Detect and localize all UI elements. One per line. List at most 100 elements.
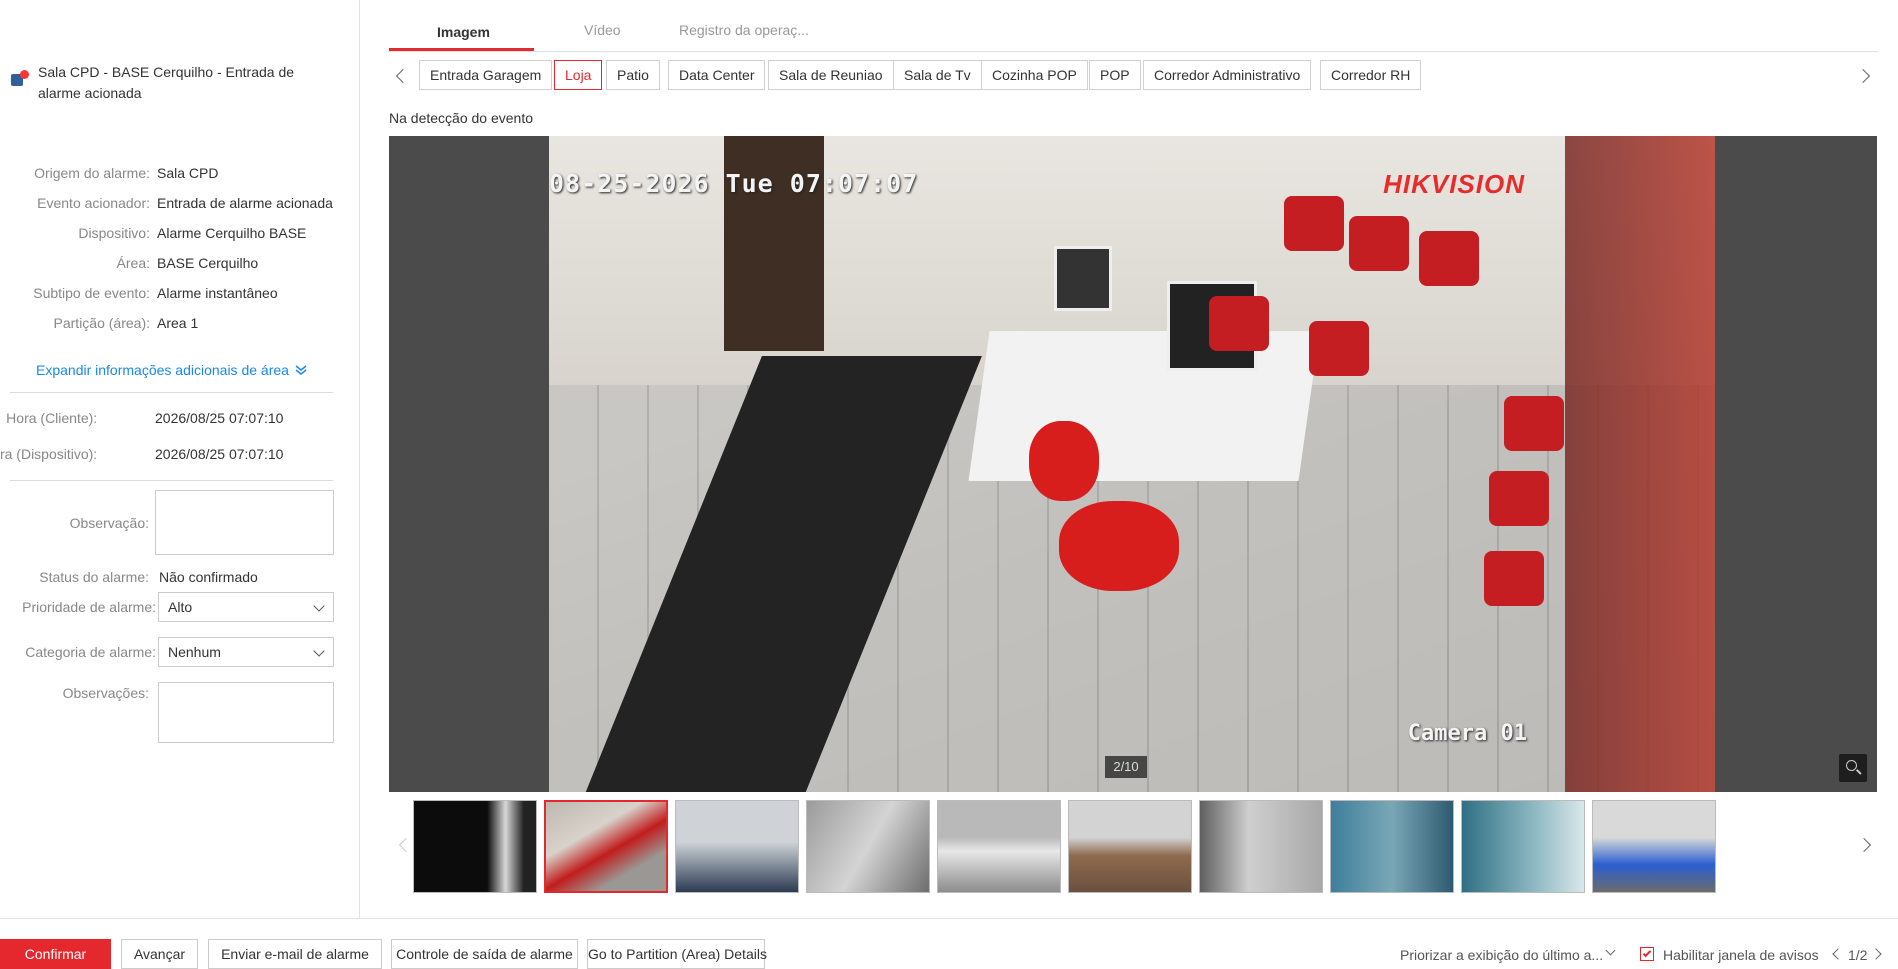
camera-button[interactable]: Corredor Administrativo <box>1143 60 1312 90</box>
priority-value: Alto <box>168 599 193 615</box>
category-label: Categoria de alarme: <box>25 644 156 660</box>
alarm-bell-icon <box>10 70 29 88</box>
alarm-header: Sala CPD - BASE Cerquilho - Entrada de a… <box>10 62 350 104</box>
priority-select[interactable]: Alto <box>158 592 334 622</box>
chevron-down-icon <box>1605 945 1616 956</box>
send-email-button[interactable]: Enviar e-mail de alarme <box>208 939 382 969</box>
enable-popup-label: Habilitar janela de avisos <box>1663 947 1819 963</box>
detail-label: Evento acionador: <box>37 195 150 211</box>
alarm-title: Sala CPD - BASE Cerquilho - Entrada de a… <box>38 64 295 101</box>
camera-button[interactable]: Corredor RH <box>1320 60 1422 90</box>
detail-row-device: Dispositivo: Alarme Cerquilho BASE <box>0 223 360 243</box>
priority-label: Prioridade de alarme: <box>22 599 156 615</box>
camera-button[interactable]: Entrada Garagem <box>419 60 553 90</box>
thumbnail-active[interactable] <box>544 800 668 893</box>
thumbnail[interactable] <box>1461 800 1585 893</box>
enable-popup-checkbox[interactable] <box>1640 947 1654 961</box>
detail-value: BASE Cerquilho <box>157 255 259 271</box>
time-label: Hora (Dispositivo): <box>0 446 98 462</box>
confirm-button[interactable]: Confirmar <box>0 939 111 969</box>
observation-input[interactable] <box>155 490 334 555</box>
zoom-button[interactable] <box>1839 754 1867 782</box>
tab-video[interactable]: Vídeo <box>584 22 621 38</box>
chevron-down-icon <box>313 600 325 612</box>
camera-button[interactable]: POP <box>1089 60 1141 90</box>
partition-details-button[interactable]: Go to Partition (Area) Details <box>587 939 767 969</box>
chevron-right-icon[interactable] <box>1856 837 1872 853</box>
osd-timestamp: 08-25-2026 Tue 07:07:07 <box>549 169 919 198</box>
detail-value: Area 1 <box>157 315 199 331</box>
active-tab-indicator <box>389 48 534 51</box>
alarm-details-panel: Sala CPD - BASE Cerquilho - Entrada de a… <box>0 0 360 918</box>
detail-row-partition: Partição (área): Area 1 <box>0 313 360 333</box>
advance-button[interactable]: Avançar <box>121 939 198 969</box>
priority-display-select[interactable]: Priorizar a exibição do último a... <box>1400 947 1603 963</box>
remarks-label: Observações: <box>62 685 149 701</box>
detection-label: Na detecção do evento <box>389 110 533 126</box>
thumbnail-strip <box>389 798 1877 894</box>
divider <box>10 480 333 481</box>
thumbnail[interactable] <box>675 800 799 893</box>
detail-value: Sala CPD <box>157 165 219 181</box>
double-chevron-down-icon <box>295 365 307 375</box>
chevron-left-icon[interactable] <box>398 837 414 853</box>
osd-brand-logo: HIKVISION <box>1383 169 1525 199</box>
remarks-input[interactable] <box>158 682 334 743</box>
alarm-output-control-button[interactable]: Controle de saída de alarme <box>391 939 578 969</box>
detail-label: Dispositivo: <box>78 225 150 241</box>
chevron-right-icon[interactable] <box>1855 68 1871 84</box>
category-select[interactable]: Nenhum <box>158 637 334 667</box>
detail-label: Subtipo de evento: <box>33 285 150 301</box>
camera-selector: Entrada Garagem Loja Patio Data Center S… <box>388 60 1878 92</box>
detail-value: Entrada de alarme acionada <box>157 195 333 211</box>
chevron-left-icon[interactable] <box>395 68 411 84</box>
thumbnail[interactable] <box>806 800 930 893</box>
camera-button[interactable]: Data Center <box>668 60 766 90</box>
divider <box>10 392 333 393</box>
time-label: Hora (Cliente): <box>6 410 98 426</box>
detail-label: Partição (área): <box>53 315 150 331</box>
chevron-left-icon[interactable] <box>1832 948 1844 960</box>
time-value: 2026/08/25 07:07:10 <box>155 410 284 426</box>
camera-snapshot: 08-25-2026 Tue 07:07:07 HIKVISION Camera… <box>549 136 1715 792</box>
time-row-client: Hora (Cliente): 2026/08/25 07:07:10 <box>0 408 360 428</box>
tab-operation-log[interactable]: Registro da operaç... <box>679 22 809 38</box>
category-value: Nenhum <box>168 644 221 660</box>
camera-button[interactable]: Patio <box>606 60 660 90</box>
status-label: Status do alarme: <box>39 569 149 585</box>
thumbnail[interactable] <box>1199 800 1323 893</box>
check-icon <box>1642 948 1652 958</box>
time-value: 2026/08/25 07:07:10 <box>155 446 284 462</box>
tab-imagem[interactable]: Imagem <box>437 24 490 40</box>
camera-button[interactable]: Cozinha POP <box>981 60 1088 90</box>
expand-area-info-link[interactable]: Expandir informações adicionais de área <box>36 362 307 378</box>
chevron-down-icon <box>313 645 325 657</box>
detail-row-origin: Origem do alarme: Sala CPD <box>0 163 360 183</box>
detail-value: Alarme instantâneo <box>157 285 278 301</box>
thumbnail[interactable] <box>1068 800 1192 893</box>
detail-value: Alarme Cerquilho BASE <box>157 225 307 241</box>
thumbnail[interactable] <box>1330 800 1454 893</box>
detail-row-area: Área: BASE Cerquilho <box>0 253 360 273</box>
image-counter: 2/10 <box>1105 756 1147 778</box>
osd-camera-name: Camera 01 <box>1407 721 1527 746</box>
camera-button[interactable]: Sala de Tv <box>893 60 982 90</box>
camera-button-active[interactable]: Loja <box>554 60 603 90</box>
thumbnail[interactable] <box>413 800 537 893</box>
expand-area-info-label: Expandir informações adicionais de área <box>36 362 289 378</box>
media-tabs: Imagem Vídeo Registro da operaç... <box>388 0 1878 52</box>
detail-label: Origem do alarme: <box>34 165 150 181</box>
time-row-device: Hora (Dispositivo): 2026/08/25 07:07:10 <box>0 444 360 464</box>
status-value: Não confirmado <box>159 569 258 585</box>
thumbnail[interactable] <box>1592 800 1716 893</box>
detail-row-subtype: Subtipo de evento: Alarme instantâneo <box>0 283 360 303</box>
thumbnail[interactable] <box>937 800 1061 893</box>
detail-label: Área: <box>116 255 150 271</box>
pager-text: 1/2 <box>1848 947 1868 963</box>
camera-button[interactable]: Sala de Reuniao <box>768 60 894 90</box>
chevron-right-icon[interactable] <box>1870 948 1882 960</box>
detail-row-event: Evento acionador: Entrada de alarme acio… <box>0 193 360 213</box>
image-viewer[interactable]: 08-25-2026 Tue 07:07:07 HIKVISION Camera… <box>389 136 1877 792</box>
action-bar: Confirmar Avançar Enviar e-mail de alarm… <box>0 918 1898 969</box>
observation-label: Observação: <box>69 515 149 531</box>
